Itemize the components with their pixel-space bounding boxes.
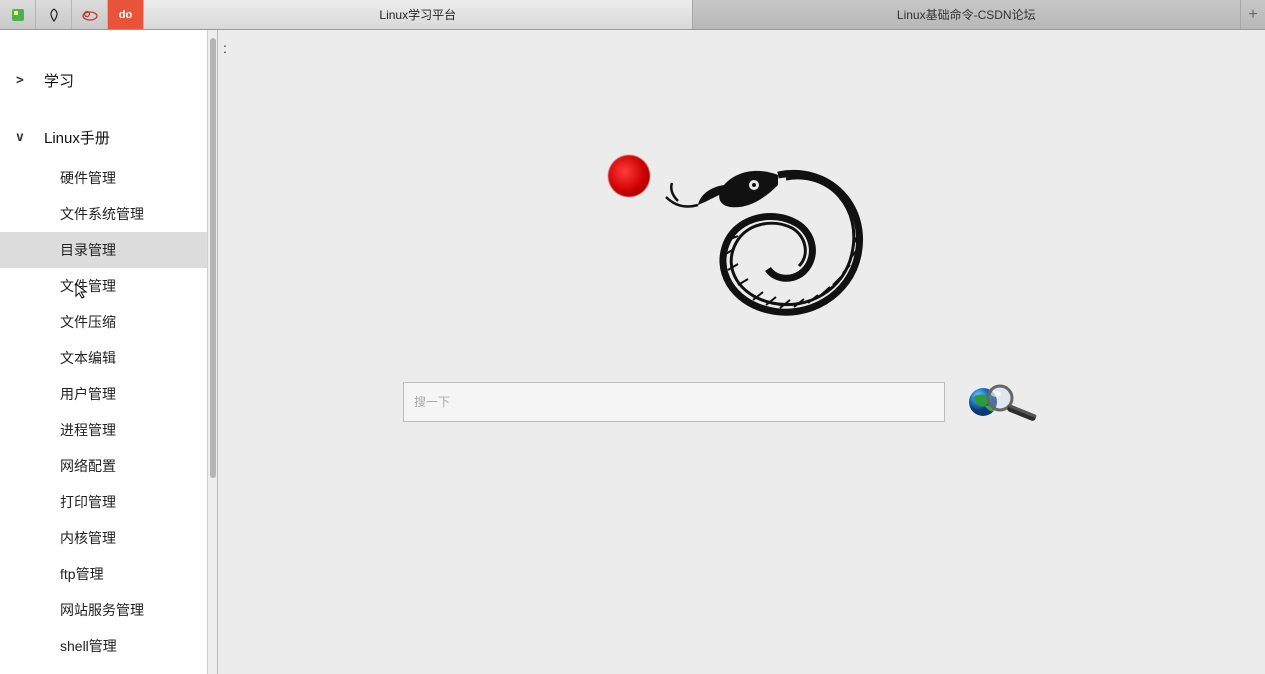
sidebar-cat-manual[interactable]: v Linux手册	[0, 103, 217, 160]
logo-image	[598, 135, 898, 335]
favicon-slot-3[interactable]	[72, 0, 108, 29]
colon-text: :	[223, 40, 227, 56]
chevron-down-icon: v	[16, 130, 30, 145]
sidebar-cat-example[interactable]: > 实例	[0, 664, 217, 674]
sidebar-item-print[interactable]: 打印管理	[0, 484, 217, 520]
sidebar: > 学习 v Linux手册 硬件管理 文件系统管理 目录管理 文件管理 文件压…	[0, 30, 218, 674]
app-icon-1	[10, 7, 26, 23]
sidebar-scrollbar[interactable]	[207, 30, 217, 674]
sidebar-item-web[interactable]: 网站服务管理	[0, 592, 217, 628]
sidebar-scrollbar-thumb[interactable]	[210, 38, 216, 478]
browser-tab-bar: do Linux学习平台 Linux基础命令-CSDN论坛 +	[0, 0, 1265, 30]
favicon-slot-2[interactable]	[36, 0, 72, 29]
globe-search-icon	[963, 380, 1043, 424]
search-button[interactable]	[963, 380, 1043, 424]
favicon-slot-4[interactable]: do	[108, 0, 144, 29]
sidebar-cat-study-label: 学习	[44, 70, 74, 91]
sidebar-cat-study[interactable]: > 学习	[0, 58, 217, 103]
new-tab-button[interactable]: +	[1241, 0, 1265, 29]
snake-icon	[658, 135, 888, 335]
content-area: :	[218, 30, 1265, 674]
tab-inactive[interactable]: Linux基础命令-CSDN论坛	[693, 0, 1242, 29]
sidebar-item-process[interactable]: 进程管理	[0, 412, 217, 448]
tab-active-label: Linux学习平台	[379, 6, 456, 23]
sidebar-item-compress[interactable]: 文件压缩	[0, 304, 217, 340]
search-row	[403, 380, 1043, 424]
search-input[interactable]	[403, 382, 945, 422]
tab-active[interactable]: Linux学习平台	[144, 0, 693, 29]
sidebar-item-directory[interactable]: 目录管理	[0, 232, 217, 268]
sidebar-item-user[interactable]: 用户管理	[0, 376, 217, 412]
sidebar-item-network[interactable]: 网络配置	[0, 448, 217, 484]
sidebar-item-shell[interactable]: shell管理	[0, 628, 217, 664]
sidebar-item-ftp[interactable]: ftp管理	[0, 556, 217, 592]
sidebar-item-hardware[interactable]: 硬件管理	[0, 160, 217, 196]
tab-inactive-label: Linux基础命令-CSDN论坛	[897, 6, 1036, 23]
sidebar-item-filesystem[interactable]: 文件系统管理	[0, 196, 217, 232]
app-icon-2	[46, 7, 62, 23]
favicon-slot-1[interactable]	[0, 0, 36, 29]
sidebar-cat-manual-label: Linux手册	[44, 127, 110, 148]
sidebar-item-kernel[interactable]: 内核管理	[0, 520, 217, 556]
cloud-icon	[81, 8, 99, 22]
sidebar-item-textedit[interactable]: 文本编辑	[0, 340, 217, 376]
chevron-right-icon: >	[16, 73, 30, 88]
sidebar-item-file[interactable]: 文件管理	[0, 268, 217, 304]
do-icon: do	[119, 9, 132, 21]
red-sun-icon	[608, 155, 650, 197]
